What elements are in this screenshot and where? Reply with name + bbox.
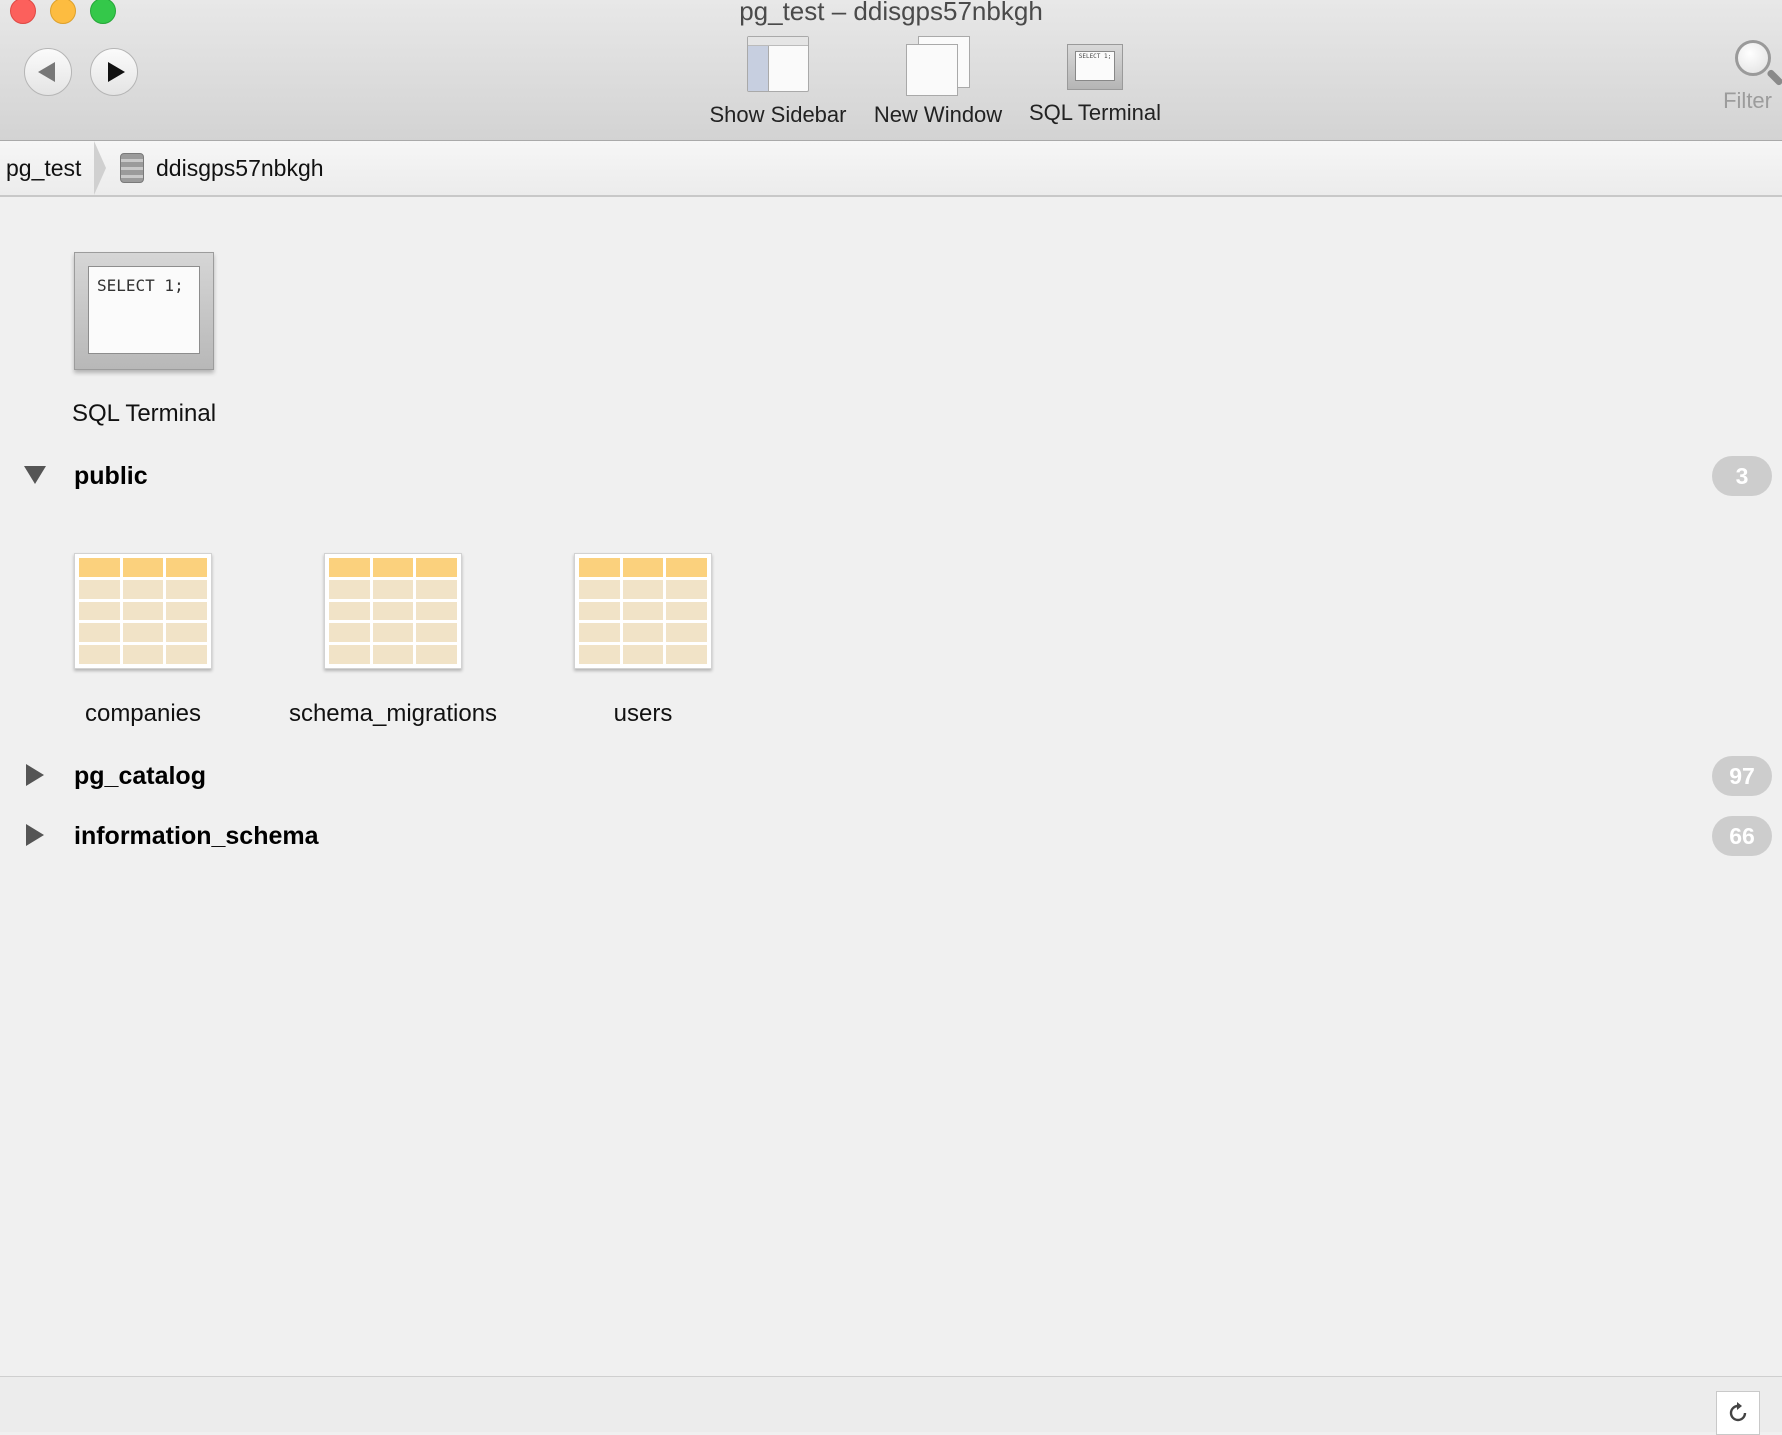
sidebar-icon <box>747 36 809 92</box>
table-icon[interactable] <box>574 553 712 669</box>
count-badge: 66 <box>1712 816 1772 856</box>
section-information-schema[interactable]: information_schema 66 <box>0 812 1782 862</box>
content-area: SELECT 1; SQL Terminal public 3 companie… <box>0 199 1782 1375</box>
new-window-button[interactable]: New Window <box>868 36 1008 128</box>
section-public[interactable]: public 3 <box>0 452 1782 502</box>
sql-terminal-item-icon[interactable]: SELECT 1; <box>74 252 214 370</box>
back-arrow-icon <box>37 62 55 82</box>
table-label-companies[interactable]: companies <box>44 700 242 728</box>
section-name: information_schema <box>74 822 319 850</box>
back-button[interactable] <box>24 48 72 96</box>
refresh-icon <box>1729 1402 1747 1422</box>
sql-terminal-item-label[interactable]: SQL Terminal <box>44 400 244 428</box>
forward-button[interactable] <box>90 48 138 96</box>
sql-terminal-toolbar-label: SQL Terminal <box>1028 100 1162 125</box>
disclosure-collapsed-icon[interactable] <box>26 764 44 786</box>
disclosure-collapsed-icon[interactable] <box>26 824 44 846</box>
sql-terminal-code: SELECT 1; <box>88 266 200 354</box>
filter-label: Filter <box>1723 88 1772 113</box>
forward-arrow-icon <box>107 62 125 82</box>
table-label-users[interactable]: users <box>543 700 743 728</box>
table-icon[interactable] <box>324 553 462 669</box>
search-icon <box>1735 40 1772 76</box>
new-window-label: New Window <box>873 102 1003 127</box>
new-window-icon <box>906 36 970 96</box>
breadcrumb: pg_test ddisgps57nbkgh <box>0 141 1782 197</box>
title-bar: pg_test – ddisgps57nbkgh Show Sidebar Ne… <box>0 0 1782 141</box>
breadcrumb-separator-icon <box>94 141 108 195</box>
sql-terminal-toolbar-button[interactable]: SELECT 1; SQL Terminal <box>1022 36 1168 126</box>
count-badge: 3 <box>1712 456 1772 496</box>
section-name: pg_catalog <box>74 762 206 790</box>
show-sidebar-button[interactable]: Show Sidebar <box>704 36 852 128</box>
breadcrumb-database[interactable]: ddisgps57nbkgh <box>120 153 324 183</box>
status-bar <box>0 1376 1782 1435</box>
table-icon[interactable] <box>74 553 212 669</box>
sql-terminal-icon: SELECT 1; <box>1067 44 1123 90</box>
refresh-button[interactable] <box>1716 1391 1760 1435</box>
show-sidebar-label: Show Sidebar <box>709 102 847 127</box>
count-badge: 97 <box>1712 756 1772 796</box>
disclosure-expanded-icon[interactable] <box>24 466 46 484</box>
section-name: public <box>74 462 148 490</box>
filter-button[interactable]: Filter <box>1723 40 1772 114</box>
table-label-schema-migrations[interactable]: schema_migrations <box>268 700 518 728</box>
window-title: pg_test – ddisgps57nbkgh <box>739 0 1043 26</box>
section-pg-catalog[interactable]: pg_catalog 97 <box>0 752 1782 802</box>
breadcrumb-database-label: ddisgps57nbkgh <box>156 154 324 181</box>
breadcrumb-server[interactable]: pg_test <box>6 155 81 182</box>
database-icon <box>120 153 144 183</box>
